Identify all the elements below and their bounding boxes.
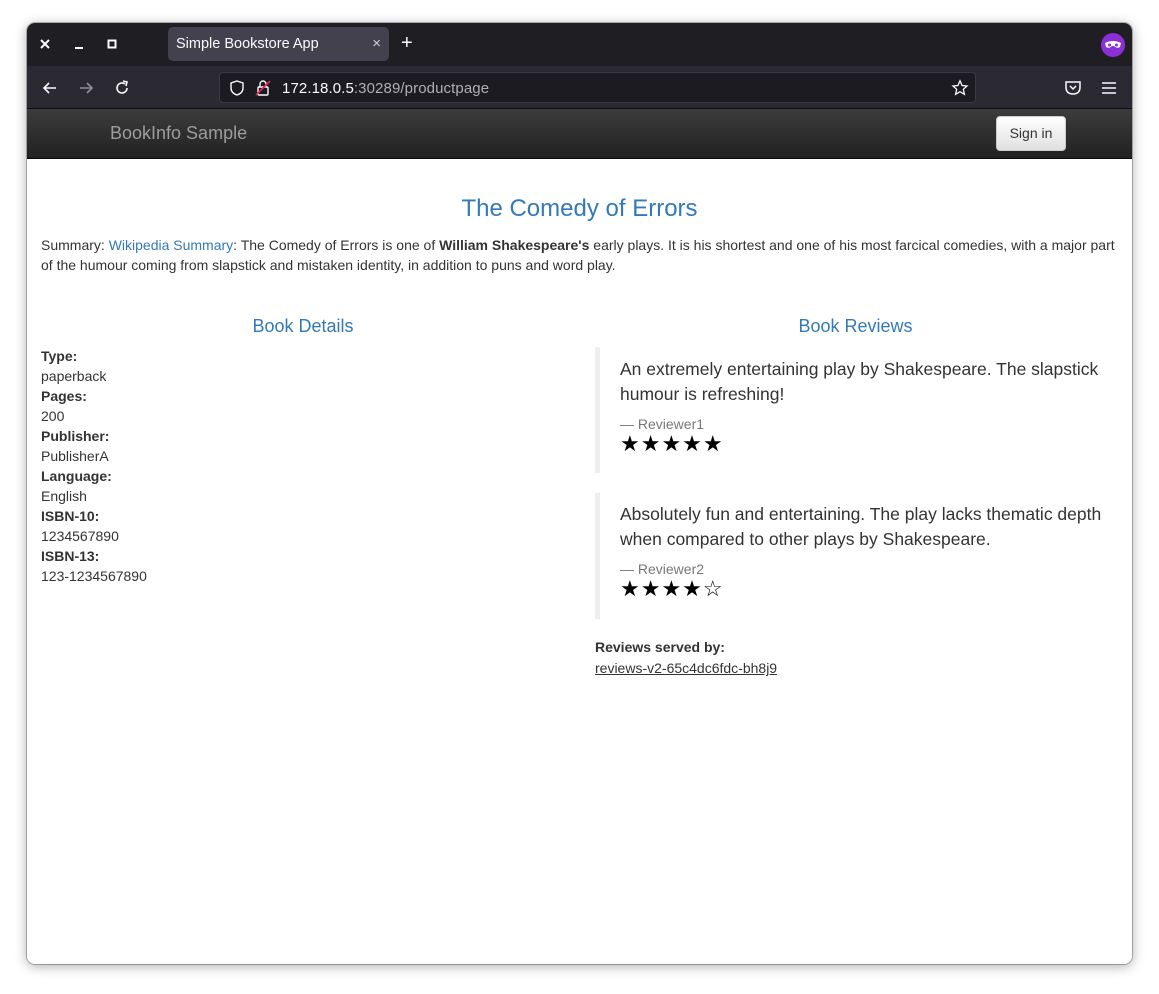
url-path: :30289/productpage	[353, 80, 490, 97]
app-menu-button[interactable]	[1099, 78, 1119, 98]
url-host: 172.18.0.5	[282, 80, 354, 97]
hamburger-menu-icon	[1102, 82, 1116, 94]
book-summary: Summary: Wikipedia Summary: The Comedy o…	[41, 235, 1121, 275]
review-text: An extremely entertaining play by Shakes…	[620, 359, 1099, 404]
back-button[interactable]	[40, 78, 60, 98]
reviews-served-by-link[interactable]: reviews-v2-65c4dc6fdc-bh8j9	[595, 660, 777, 676]
summary-label: Summary:	[41, 237, 109, 253]
review-blockquote: Absolutely fun and entertaining. The pla…	[595, 493, 1115, 619]
summary-author: William Shakespeare's	[439, 237, 590, 253]
page-viewport: BookInfo Sample Sign in The Comedy of Er…	[27, 109, 1132, 964]
reviews-served-by-label: Reviews served by:	[595, 639, 725, 655]
detail-value-type: paperback	[41, 368, 107, 384]
forward-button[interactable]	[76, 78, 96, 98]
back-arrow-icon	[42, 82, 56, 94]
detail-label-isbn10: ISBN-10:	[41, 508, 100, 524]
reload-icon	[116, 80, 128, 94]
url-bar[interactable]: 172.18.0.5:30289/productpage	[219, 72, 976, 103]
browser-window: Simple Bookstore App × + 172.18.0.5:3028…	[27, 23, 1132, 964]
url-text[interactable]: 172.18.0.5:30289/productpage	[282, 80, 489, 97]
detail-value-pages: 200	[41, 408, 65, 424]
review-text: Absolutely fun and entertaining. The pla…	[620, 504, 1102, 549]
bookmark-star-icon[interactable]	[951, 79, 969, 97]
book-reviews-heading: Book Reviews	[798, 316, 913, 336]
book-title: The Comedy of Errors	[461, 195, 698, 222]
pocket-icon	[1065, 81, 1081, 95]
reload-button[interactable]	[112, 78, 132, 98]
detail-label-language: Language:	[41, 468, 112, 484]
brand-title[interactable]: BookInfo Sample	[110, 123, 247, 144]
shield-icon[interactable]	[228, 79, 246, 97]
close-window-button[interactable]	[36, 35, 54, 53]
detail-label-isbn13: ISBN-13:	[41, 548, 100, 564]
detail-label-publisher: Publisher:	[41, 428, 110, 444]
reviewer-name: — Reviewer2	[620, 561, 705, 577]
close-icon	[40, 39, 50, 49]
detail-value-language: English	[41, 488, 87, 504]
sign-in-button[interactable]: Sign in	[996, 116, 1066, 151]
reviewer-name: — Reviewer1	[620, 416, 705, 432]
tab-strip: Simple Bookstore App × +	[27, 23, 1132, 66]
wikipedia-summary-link[interactable]: Wikipedia Summary	[109, 237, 233, 253]
minimize-window-button[interactable]	[70, 35, 88, 53]
navigation-toolbar: 172.18.0.5:30289/productpage	[27, 66, 1132, 109]
maximize-icon	[107, 39, 117, 49]
tab-title: Simple Bookstore App	[176, 36, 319, 52]
detail-value-isbn10: 1234567890	[41, 528, 119, 544]
insecure-lock-icon[interactable]	[254, 79, 272, 97]
detail-label-pages: Pages:	[41, 388, 87, 404]
minimize-icon	[75, 47, 83, 49]
tab-active[interactable]: Simple Bookstore App ×	[168, 27, 389, 61]
review-blockquote: An extremely entertaining play by Shakes…	[595, 347, 1115, 473]
book-details-list: Type: paperback Pages: 200 Publisher: Pu…	[41, 346, 147, 586]
summary-text-start: : The Comedy of Errors is one of	[233, 237, 440, 253]
rating-stars: ★★★★☆	[620, 576, 724, 601]
book-details-heading: Book Details	[252, 316, 354, 336]
detail-value-isbn13: 123-1234567890	[41, 568, 147, 584]
tab-close-icon[interactable]: ×	[372, 35, 381, 52]
detail-label-type: Type:	[41, 348, 78, 364]
maximize-window-button[interactable]	[103, 35, 121, 53]
detail-value-publisher: PublisherA	[41, 448, 109, 464]
pocket-button[interactable]	[1063, 78, 1083, 98]
app-navbar: BookInfo Sample Sign in	[27, 109, 1132, 159]
new-tab-button[interactable]: +	[401, 32, 413, 54]
private-browsing-icon	[1101, 33, 1125, 57]
forward-arrow-icon	[80, 82, 94, 94]
rating-stars: ★★★★★	[620, 431, 724, 456]
